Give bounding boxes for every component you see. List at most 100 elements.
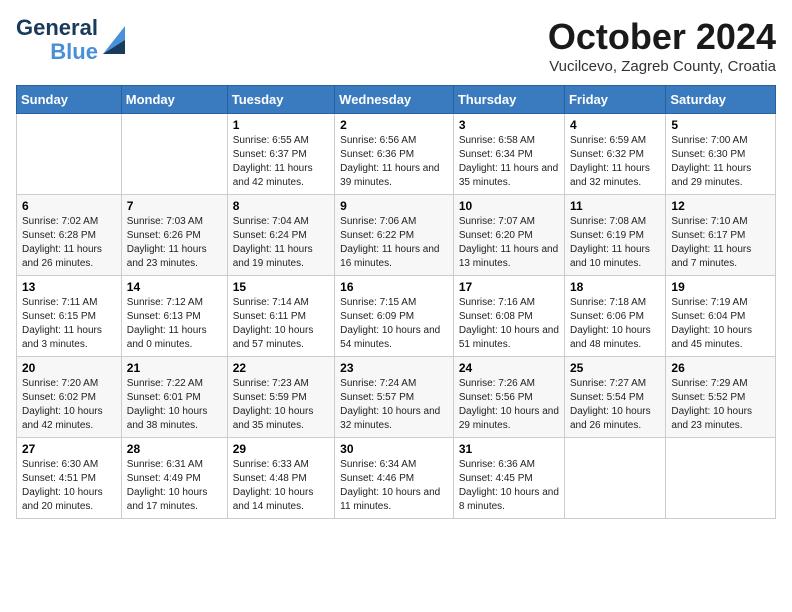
day-cell-20: 19Sunrise: 7:19 AM Sunset: 6:04 PM Dayli… — [666, 276, 776, 357]
calendar-table: SundayMondayTuesdayWednesdayThursdayFrid… — [16, 85, 776, 519]
day-cell-18: 17Sunrise: 7:16 AM Sunset: 6:08 PM Dayli… — [453, 276, 564, 357]
day-cell-30: 29 Sunrise: 6:33 AM Sunset: 4:48 PM Dayli… — [227, 438, 334, 519]
day-details: Sunrise: 7:03 AM Sunset: 6:26 PM Dayligh… — [127, 215, 222, 271]
day-details: Sunrise: 7:11 AM Sunset: 6:15 PM Dayligh… — [22, 296, 116, 352]
day-cell-15: 14Sunrise: 7:12 AM Sunset: 6:13 PM Dayli… — [121, 276, 227, 357]
day-details: Sunrise: 7:14 AM Sunset: 6:11 PM Dayligh… — [233, 296, 329, 352]
header-cell-wednesday: Wednesday — [335, 86, 454, 114]
month-title: October 2024 — [548, 16, 776, 58]
day-number: 6 — [22, 199, 116, 213]
day-cell-17: 16 Sunrise: 7:15 AM Sunset: 6:09 PM Dayli… — [335, 276, 454, 357]
day-cell-13: 12Sunrise: 7:10 AM Sunset: 6:17 PM Dayli… — [666, 195, 776, 276]
day-number: 18 — [570, 280, 660, 294]
day-details: Sunrise: 7:00 AM Sunset: 6:30 PM Dayligh… — [671, 134, 770, 190]
page-header: General Blue October 2024 Vucilcevo, Zag… — [16, 16, 776, 75]
day-cell-22: 21 Sunrise: 7:22 AM Sunset: 6:01 PM Dayli… — [121, 357, 227, 438]
day-number: 11 — [570, 199, 660, 213]
day-details: Sunrise: 7:26 AM Sunset: 5:56 PM Dayligh… — [459, 377, 559, 433]
logo-line2: Blue — [50, 40, 98, 64]
day-details: Sunrise: 6:30 AM Sunset: 4:51 PM Dayligh… — [22, 458, 116, 514]
day-cell-0 — [17, 114, 122, 195]
day-cell-19: 18Sunrise: 7:18 AM Sunset: 6:06 PM Dayli… — [564, 276, 665, 357]
day-details: Sunrise: 6:31 AM Sunset: 4:49 PM Dayligh… — [127, 458, 222, 514]
day-cell-6: 5 Sunrise: 7:00 AM Sunset: 6:30 PM Daylig… — [666, 114, 776, 195]
day-details: Sunrise: 7:04 AM Sunset: 6:24 PM Dayligh… — [233, 215, 329, 271]
day-details: Sunrise: 7:27 AM Sunset: 5:54 PM Dayligh… — [570, 377, 660, 433]
day-cell-8: 7 Sunrise: 7:03 AM Sunset: 6:26 PM Daylig… — [121, 195, 227, 276]
header-row: SundayMondayTuesdayWednesdayThursdayFrid… — [17, 86, 776, 114]
day-cell-31: 30 Sunrise: 6:34 AM Sunset: 4:46 PM Dayli… — [335, 438, 454, 519]
header-cell-saturday: Saturday — [666, 86, 776, 114]
day-cell-21: 20Sunrise: 7:20 AM Sunset: 6:02 PM Dayli… — [17, 357, 122, 438]
header-cell-friday: Friday — [564, 86, 665, 114]
day-number: 3 — [459, 118, 559, 132]
day-details: Sunrise: 7:22 AM Sunset: 6:01 PM Dayligh… — [127, 377, 222, 433]
day-details: Sunrise: 7:10 AM Sunset: 6:17 PM Dayligh… — [671, 215, 770, 271]
day-details: Sunrise: 7:19 AM Sunset: 6:04 PM Dayligh… — [671, 296, 770, 352]
header-cell-monday: Monday — [121, 86, 227, 114]
header-cell-tuesday: Tuesday — [227, 86, 334, 114]
day-details: Sunrise: 6:56 AM Sunset: 6:36 PM Dayligh… — [340, 134, 448, 190]
day-details: Sunrise: 7:23 AM Sunset: 5:59 PM Dayligh… — [233, 377, 329, 433]
day-cell-23: 22 Sunrise: 7:23 AM Sunset: 5:59 PM Dayli… — [227, 357, 334, 438]
day-details: Sunrise: 7:29 AM Sunset: 5:52 PM Dayligh… — [671, 377, 770, 433]
day-number: 22 — [233, 361, 329, 375]
day-details: Sunrise: 7:08 AM Sunset: 6:19 PM Dayligh… — [570, 215, 660, 271]
day-number: 21 — [127, 361, 222, 375]
day-cell-27: 26 Sunrise: 7:29 AM Sunset: 5:52 PM Dayli… — [666, 357, 776, 438]
day-cell-29: 28 Sunrise: 6:31 AM Sunset: 4:49 PM Dayli… — [121, 438, 227, 519]
day-details: Sunrise: 6:58 AM Sunset: 6:34 PM Dayligh… — [459, 134, 559, 190]
week-row-3: 13 Sunrise: 7:11 AM Sunset: 6:15 PM Dayli… — [17, 276, 776, 357]
day-cell-14: 13 Sunrise: 7:11 AM Sunset: 6:15 PM Dayli… — [17, 276, 122, 357]
title-area: October 2024 Vucilcevo, Zagreb County, C… — [548, 16, 776, 75]
day-number: 4 — [570, 118, 660, 132]
day-number: 15 — [233, 280, 329, 294]
day-number: 2 — [340, 118, 448, 132]
day-number: 29 — [233, 442, 329, 456]
day-number: 27 — [22, 442, 116, 456]
day-number: 10 — [459, 199, 559, 213]
day-cell-26: 25Sunrise: 7:27 AM Sunset: 5:54 PM Dayli… — [564, 357, 665, 438]
location-label: Vucilcevo, Zagreb County, Croatia — [548, 58, 776, 75]
day-cell-2: 1Sunrise: 6:55 AM Sunset: 6:37 PM Daylig… — [227, 114, 334, 195]
day-cell-25: 24Sunrise: 7:26 AM Sunset: 5:56 PM Dayli… — [453, 357, 564, 438]
day-cell-5: 4Sunrise: 6:59 AM Sunset: 6:32 PM Daylig… — [564, 114, 665, 195]
day-details: Sunrise: 6:36 AM Sunset: 4:45 PM Dayligh… — [459, 458, 559, 514]
day-details: Sunrise: 6:33 AM Sunset: 4:48 PM Dayligh… — [233, 458, 329, 514]
day-number: 16 — [340, 280, 448, 294]
logo-line1: General — [16, 16, 98, 40]
day-cell-10: 9 Sunrise: 7:06 AM Sunset: 6:22 PM Daylig… — [335, 195, 454, 276]
day-cell-4: 3 Sunrise: 6:58 AM Sunset: 6:34 PM Daylig… — [453, 114, 564, 195]
header-cell-sunday: Sunday — [17, 86, 122, 114]
day-details: Sunrise: 7:15 AM Sunset: 6:09 PM Dayligh… — [340, 296, 448, 352]
day-number: 9 — [340, 199, 448, 213]
day-number: 1 — [233, 118, 329, 132]
calendar-header: SundayMondayTuesdayWednesdayThursdayFrid… — [17, 86, 776, 114]
day-details: Sunrise: 7:20 AM Sunset: 6:02 PM Dayligh… — [22, 377, 116, 433]
week-row-2: 6Sunrise: 7:02 AM Sunset: 6:28 PM Daylig… — [17, 195, 776, 276]
week-row-4: 20Sunrise: 7:20 AM Sunset: 6:02 PM Dayli… — [17, 357, 776, 438]
day-details: Sunrise: 7:12 AM Sunset: 6:13 PM Dayligh… — [127, 296, 222, 352]
day-cell-11: 10 Sunrise: 7:07 AM Sunset: 6:20 PM Dayli… — [453, 195, 564, 276]
day-cell-33 — [564, 438, 665, 519]
day-number: 7 — [127, 199, 222, 213]
day-cell-16: 15 Sunrise: 7:14 AM Sunset: 6:11 PM Dayli… — [227, 276, 334, 357]
day-number: 28 — [127, 442, 222, 456]
day-details: Sunrise: 7:06 AM Sunset: 6:22 PM Dayligh… — [340, 215, 448, 271]
day-details: Sunrise: 6:34 AM Sunset: 4:46 PM Dayligh… — [340, 458, 448, 514]
day-number: 30 — [340, 442, 448, 456]
day-number: 23 — [340, 361, 448, 375]
day-details: Sunrise: 7:07 AM Sunset: 6:20 PM Dayligh… — [459, 215, 559, 271]
day-cell-3: 2 Sunrise: 6:56 AM Sunset: 6:36 PM Daylig… — [335, 114, 454, 195]
day-cell-34 — [666, 438, 776, 519]
day-number: 17 — [459, 280, 559, 294]
day-cell-7: 6Sunrise: 7:02 AM Sunset: 6:28 PM Daylig… — [17, 195, 122, 276]
day-number: 5 — [671, 118, 770, 132]
week-row-5: 27 Sunrise: 6:30 AM Sunset: 4:51 PM Dayli… — [17, 438, 776, 519]
day-details: Sunrise: 7:24 AM Sunset: 5:57 PM Dayligh… — [340, 377, 448, 433]
day-number: 31 — [459, 442, 559, 456]
header-cell-thursday: Thursday — [453, 86, 564, 114]
logo: General Blue — [16, 16, 125, 64]
day-number: 13 — [22, 280, 116, 294]
day-number: 26 — [671, 361, 770, 375]
